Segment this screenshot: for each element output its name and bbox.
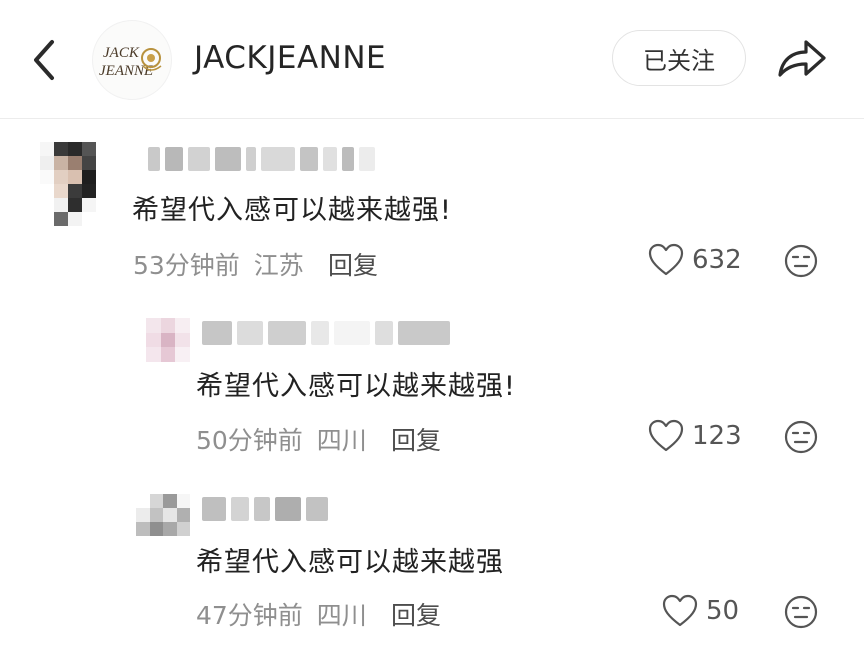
like-count: 632: [692, 245, 742, 275]
share-icon: [778, 40, 826, 77]
neutral-face-icon: [784, 244, 818, 278]
neutral-face-icon: [784, 595, 818, 629]
avatar[interactable]: [136, 494, 190, 536]
top-bar: JACK JEANNE JACKJEANNE 已关注: [0, 0, 864, 119]
reply-button[interactable]: 回复: [328, 246, 378, 282]
heart-icon: [648, 243, 684, 276]
comment-time: 53分钟前: [133, 251, 240, 280]
account-logo[interactable]: JACK JEANNE: [92, 20, 172, 100]
comment-meta: 50分钟前 四川: [196, 421, 373, 457]
like-button[interactable]: 123: [648, 419, 742, 453]
comment-location: 江苏: [253, 251, 304, 280]
jackjeanne-logo: JACK JEANNE: [99, 45, 162, 79]
like-count: 123: [692, 421, 742, 451]
dislike-button[interactable]: [784, 595, 818, 629]
comment-location: 四川: [316, 426, 367, 455]
reply-button[interactable]: 回复: [391, 596, 441, 632]
share-button[interactable]: [776, 38, 828, 80]
comment-meta: 47分钟前 四川: [196, 596, 373, 632]
avatar[interactable]: [40, 142, 96, 226]
comment-text: 希望代入感可以越来越强!: [132, 195, 452, 226]
comment-text: 希望代入感可以越来越强: [196, 547, 504, 578]
comment-location: 四川: [316, 601, 367, 630]
heart-icon: [648, 419, 684, 452]
like-count: 50: [706, 596, 740, 626]
svg-text:JACK: JACK: [103, 45, 140, 61]
username-blurred[interactable]: [202, 496, 328, 522]
comment-time: 47分钟前: [196, 601, 303, 630]
dislike-button[interactable]: [784, 244, 818, 278]
chevron-left-icon: [34, 40, 54, 80]
username-blurred[interactable]: [148, 146, 375, 172]
neutral-face-icon: [784, 420, 818, 454]
comment-meta: 53分钟前 江苏: [133, 246, 310, 282]
avatar[interactable]: [146, 318, 190, 362]
dislike-button[interactable]: [784, 420, 818, 454]
comment-time: 50分钟前: [196, 426, 303, 455]
account-name[interactable]: JACKJEANNE: [194, 40, 386, 76]
like-button[interactable]: 50: [662, 594, 739, 628]
heart-icon: [662, 594, 698, 627]
follow-button[interactable]: 已关注: [612, 30, 746, 86]
comment-text: 希望代入感可以越来越强!: [196, 371, 516, 402]
like-button[interactable]: 632: [648, 243, 742, 277]
reply-button[interactable]: 回复: [391, 421, 441, 457]
back-button[interactable]: [26, 36, 66, 84]
username-blurred[interactable]: [202, 320, 450, 346]
